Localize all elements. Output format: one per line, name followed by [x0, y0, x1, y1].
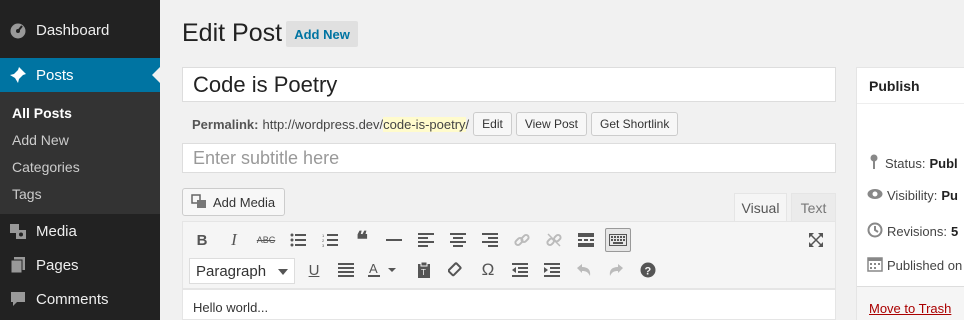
- status-value: Publ: [929, 156, 958, 171]
- chevron-down-icon: [278, 269, 288, 275]
- submenu-add-new[interactable]: Add New: [12, 132, 69, 148]
- numbered-list-icon[interactable]: 123: [317, 228, 343, 252]
- published-on-label: Published on: [887, 258, 963, 273]
- editor-toolbar: B I ABC 123 ❝ Paragraph U A T Ω ?: [182, 221, 836, 289]
- sidebar-item-posts[interactable]: Posts: [0, 58, 160, 92]
- blockquote-icon[interactable]: ❝: [349, 227, 375, 252]
- permalink-label: Permalink:: [192, 116, 259, 132]
- media-icon: [0, 222, 36, 240]
- sidebar-item-label: Posts: [36, 66, 74, 84]
- publish-box: Publish Status: Publ Visibility: Pu Revi…: [856, 67, 964, 320]
- svg-text:?: ?: [645, 266, 652, 278]
- read-more-icon[interactable]: [573, 228, 599, 252]
- editor-content[interactable]: Hello world...: [182, 289, 836, 320]
- sidebar-item-pages[interactable]: Pages: [0, 248, 160, 282]
- align-left-icon[interactable]: [413, 228, 439, 252]
- indent-icon[interactable]: [539, 258, 565, 282]
- horizontal-line-icon[interactable]: [381, 228, 407, 252]
- italic-icon[interactable]: I: [221, 228, 247, 252]
- publish-date-row: Published on: [867, 256, 962, 275]
- text-color-icon[interactable]: A: [365, 258, 401, 282]
- publish-status-row: Status: Publ: [867, 154, 958, 173]
- publish-box-title: Publish: [857, 68, 964, 104]
- get-shortlink-button[interactable]: Get Shortlink: [590, 112, 679, 136]
- permalink-slug[interactable]: code-is-poetry: [383, 116, 466, 132]
- bold-icon[interactable]: B: [189, 228, 215, 252]
- page-title: Edit Post: [182, 19, 283, 47]
- submenu-categories[interactable]: Categories: [12, 159, 80, 175]
- paste-as-text-icon[interactable]: T: [411, 258, 437, 282]
- permalink-row: Permalink: http://wordpress.dev/code-is-…: [192, 112, 679, 136]
- tab-visual[interactable]: Visual: [734, 193, 787, 222]
- tab-text[interactable]: Text: [791, 193, 836, 222]
- underline-icon[interactable]: U: [301, 258, 327, 282]
- sidebar-item-media[interactable]: Media: [0, 214, 160, 248]
- svg-text:3: 3: [322, 243, 325, 247]
- pushpin-icon: [0, 66, 36, 84]
- revisions-icon: [867, 222, 883, 241]
- sidebar-item-label: Comments: [36, 290, 109, 308]
- publish-revisions-row: Revisions: 5: [867, 222, 958, 241]
- sidebar-item-label: Pages: [36, 256, 79, 274]
- help-icon[interactable]: ?: [635, 258, 661, 282]
- sidebar-item-label: Media: [36, 222, 77, 240]
- sidebar-item-label: Dashboard: [36, 21, 110, 39]
- posts-submenu: All Posts Add New Categories Tags: [0, 92, 160, 214]
- insert-link-icon[interactable]: [509, 228, 535, 252]
- undo-icon[interactable]: [571, 258, 597, 282]
- redo-icon[interactable]: [603, 258, 629, 282]
- admin-sidebar: Dashboard Posts All Posts Add New Catego…: [0, 0, 160, 320]
- add-media-button[interactable]: Add Media: [182, 188, 285, 216]
- format-select[interactable]: Paragraph: [189, 258, 295, 284]
- visibility-value: Pu: [941, 188, 958, 203]
- pages-icon: [0, 256, 36, 274]
- sidebar-item-dashboard[interactable]: Dashboard: [0, 13, 160, 47]
- svg-text:A: A: [369, 262, 378, 276]
- svg-text:T: T: [421, 268, 426, 277]
- revisions-label: Revisions:: [887, 224, 947, 239]
- revisions-value: 5: [950, 224, 959, 239]
- special-character-icon[interactable]: Ω: [475, 258, 501, 282]
- view-post-button[interactable]: View Post: [515, 112, 587, 136]
- toolbar-toggle-icon[interactable]: [605, 228, 631, 252]
- add-media-icon: [191, 193, 207, 212]
- clear-formatting-icon[interactable]: [443, 258, 469, 282]
- outdent-icon[interactable]: [507, 258, 533, 282]
- fullscreen-icon[interactable]: [803, 228, 829, 252]
- publish-actions: Move to Trash: [857, 286, 964, 320]
- strikethrough-icon[interactable]: ABC: [253, 228, 279, 252]
- submenu-tags[interactable]: Tags: [12, 186, 42, 202]
- map-pin-icon: [867, 154, 881, 173]
- format-select-value: Paragraph: [196, 262, 267, 280]
- sidebar-item-comments[interactable]: Comments: [0, 282, 160, 316]
- align-right-icon[interactable]: [477, 228, 503, 252]
- status-label: Status:: [885, 156, 926, 171]
- add-new-button[interactable]: Add New: [286, 21, 358, 47]
- publish-visibility-row: Visibility: Pu: [867, 188, 958, 203]
- dashboard-icon: [0, 21, 36, 39]
- permalink-end: /: [465, 116, 470, 132]
- calendar-icon: [867, 256, 883, 275]
- eye-icon: [867, 188, 883, 203]
- remove-link-icon[interactable]: [541, 228, 567, 252]
- comments-icon: [0, 290, 36, 308]
- move-to-trash-link[interactable]: Move to Trash: [869, 301, 951, 316]
- post-title-input[interactable]: Code is Poetry: [182, 67, 836, 102]
- permalink-base: http://wordpress.dev/: [262, 116, 384, 132]
- subtitle-input[interactable]: Enter subtitle here: [182, 143, 836, 173]
- bulleted-list-icon[interactable]: [285, 228, 311, 252]
- align-center-icon[interactable]: [445, 228, 471, 252]
- edit-permalink-button[interactable]: Edit: [473, 112, 512, 136]
- justify-icon[interactable]: [333, 258, 359, 282]
- submenu-all-posts[interactable]: All Posts: [12, 105, 72, 121]
- visibility-label: Visibility:: [887, 188, 938, 203]
- add-media-label: Add Media: [213, 194, 276, 210]
